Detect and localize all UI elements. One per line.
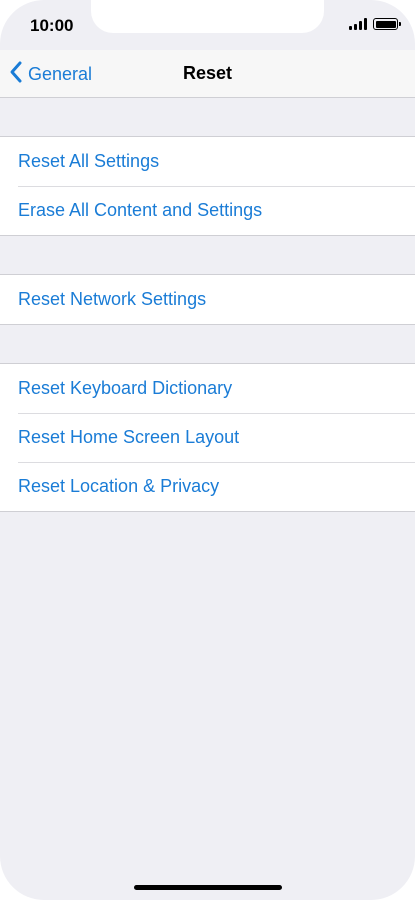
reset-keyboard-dictionary-row[interactable]: Reset Keyboard Dictionary (0, 364, 415, 413)
status-icons (349, 18, 401, 30)
page-title: Reset (182, 63, 233, 83)
cellular-signal-icon (349, 18, 367, 30)
settings-group-misc: Reset Keyboard Dictionary Reset Home Scr… (0, 363, 415, 512)
reset-network-settings-row[interactable]: Reset Network Settings (0, 275, 415, 324)
settings-list: Reset All Settings Erase All Content and… (0, 98, 415, 512)
reset-all-settings-row[interactable]: Reset All Settings (0, 137, 415, 186)
navigation-bar: General Reset (0, 50, 415, 98)
reset-location-privacy-row[interactable]: Reset Location & Privacy (0, 462, 415, 511)
settings-group-reset: Reset All Settings Erase All Content and… (0, 136, 415, 236)
phone-screen: 10:00 General Reset Reset All Settings E… (0, 0, 415, 900)
settings-group-network: Reset Network Settings (0, 274, 415, 325)
status-bar: 10:00 (0, 0, 415, 50)
home-indicator[interactable] (134, 885, 282, 890)
erase-all-content-row[interactable]: Erase All Content and Settings (0, 186, 415, 235)
battery-icon (373, 18, 401, 30)
reset-home-screen-layout-row[interactable]: Reset Home Screen Layout (0, 413, 415, 462)
status-time: 10:00 (30, 16, 74, 35)
